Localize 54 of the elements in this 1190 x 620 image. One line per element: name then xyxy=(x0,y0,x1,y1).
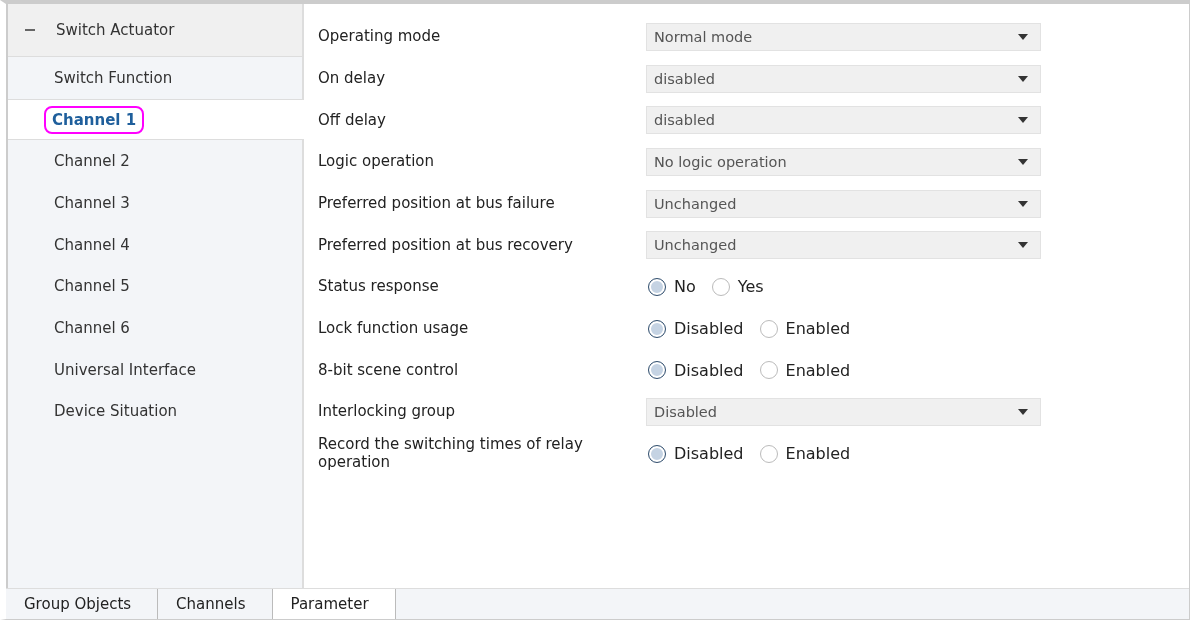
sidebar-item[interactable]: Channel 4 xyxy=(8,223,302,266)
parameter-label: Lock function usage xyxy=(318,320,470,338)
radio-label[interactable]: Disabled xyxy=(674,444,744,464)
sidebar-item[interactable]: Channel 5 xyxy=(8,265,302,308)
caret-icon xyxy=(1018,409,1028,416)
radio-button[interactable] xyxy=(759,319,778,338)
radio-button[interactable] xyxy=(648,319,666,338)
caret-icon xyxy=(1018,242,1028,249)
parameter-label: Interlocking group xyxy=(318,403,456,421)
radio-button[interactable] xyxy=(648,444,666,463)
dropdown[interactable]: No logic operation xyxy=(646,147,1041,176)
caret-icon xyxy=(1018,33,1028,40)
sidebar-item[interactable]: Switch Function xyxy=(8,57,302,99)
dropdown[interactable]: Normal mode xyxy=(646,22,1041,51)
parameter-label: Off delay xyxy=(318,111,387,129)
dropdown[interactable]: Unchanged xyxy=(646,189,1041,218)
parameter-label: On delay xyxy=(318,69,387,88)
tab[interactable]: Channels xyxy=(158,589,273,619)
tree-header[interactable]: Switch Actuator xyxy=(8,4,302,57)
radio-label[interactable]: Yes xyxy=(737,277,764,297)
radio-label[interactable]: Disabled xyxy=(674,360,744,380)
sidebar-item[interactable]: Universal Interface xyxy=(8,348,302,391)
parameter-label: Logic operation xyxy=(318,153,435,171)
sidebar-item[interactable]: Channel 6 xyxy=(8,307,302,349)
radio-label[interactable]: Disabled xyxy=(674,319,744,339)
radio-label[interactable]: No xyxy=(674,277,696,297)
parameter-label: Operating mode xyxy=(318,28,442,46)
radio-button[interactable] xyxy=(711,277,730,296)
radio-label[interactable]: Enabled xyxy=(785,444,851,464)
dropdown[interactable]: disabled xyxy=(646,106,1041,135)
parameter-label: 8-bit scene control xyxy=(318,361,460,379)
radio-button[interactable] xyxy=(648,361,666,380)
dropdown[interactable]: Unchanged xyxy=(646,231,1041,260)
radio-button[interactable] xyxy=(759,361,778,380)
parameter-label: Status response xyxy=(318,278,440,296)
radio-button[interactable] xyxy=(648,277,666,296)
tab[interactable]: Group Objects xyxy=(6,589,159,619)
caret-icon xyxy=(1018,158,1028,165)
sidebar-item[interactable]: Channel 1 xyxy=(8,98,304,141)
caret-icon xyxy=(1018,75,1028,82)
caret-icon xyxy=(1018,200,1028,207)
tab[interactable]: Parameter xyxy=(272,589,396,619)
dropdown[interactable]: Disabled xyxy=(646,398,1041,427)
parameter-label: Preferred position at bus recovery xyxy=(318,236,574,254)
radio-label[interactable]: Enabled xyxy=(785,360,851,380)
caret-icon xyxy=(1018,117,1028,124)
radio-button[interactable] xyxy=(759,444,778,463)
radio-label[interactable]: Enabled xyxy=(785,319,851,339)
sidebar-item[interactable]: Channel 3 xyxy=(8,182,302,224)
sidebar-item[interactable]: Device Situation xyxy=(8,390,302,433)
parameter-label: Preferred position at bus failure xyxy=(318,194,556,213)
dropdown[interactable]: disabled xyxy=(646,64,1041,93)
sidebar-item[interactable]: Channel 2 xyxy=(8,140,302,183)
parameter-label: Record the switching times of relay operation xyxy=(318,436,584,471)
